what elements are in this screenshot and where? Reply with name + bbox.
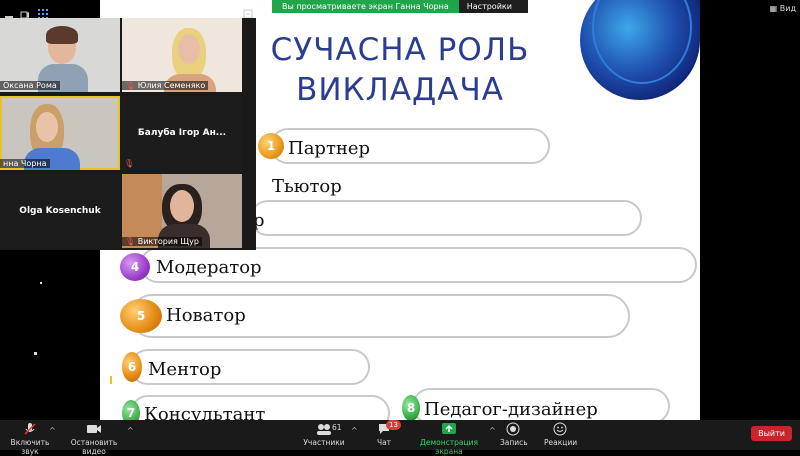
microphone-muted-icon	[24, 423, 36, 435]
muted-mic-icon: 🎙	[124, 159, 135, 168]
participant-name: 🎙 Виктория Щур	[122, 237, 202, 246]
participant-name: нна Чорна	[0, 159, 50, 168]
view-button[interactable]: ▦ Вид	[770, 4, 796, 13]
participant-name: Балуба Ігор Ан...	[137, 128, 227, 138]
view-options-dropdown[interactable]: Настройки просмотра ⌄	[458, 0, 528, 37]
record-button[interactable]: Запись	[500, 422, 528, 447]
slide-title: СУЧАСНА РОЛЬ ВИКЛАДАЧА	[250, 30, 550, 110]
artifact-dot	[34, 352, 37, 355]
participant-hair	[46, 26, 78, 44]
slide-title-line1: СУЧАСНА РОЛЬ	[270, 32, 530, 68]
participants-icon	[317, 424, 331, 435]
participant-name: Оксана Рома	[0, 81, 60, 90]
role-badge-7: 7	[122, 400, 140, 420]
role-label-8: Педагог-дизайнер	[424, 399, 598, 420]
reactions-button[interactable]: Реакции	[544, 422, 578, 447]
artifact-mark	[110, 376, 112, 384]
role-label-1: Партнер	[288, 138, 371, 159]
artifact-dot	[40, 282, 42, 284]
participants-label: Участники	[303, 438, 345, 447]
participant-face	[36, 112, 58, 142]
stop-video-label: Остановить видео	[70, 438, 118, 456]
role-label-6: Ментор	[148, 359, 222, 380]
participant-name: Olga Kosenchuk	[19, 206, 101, 216]
video-tile[interactable]: Оксана Рома	[0, 18, 120, 92]
role-label-2: Тьютор	[272, 176, 342, 197]
unmute-label: Включить звук	[10, 438, 50, 456]
record-label: Запись	[500, 438, 528, 447]
muted-mic-icon: 🎙	[125, 81, 136, 90]
share-screen-label: Демонстрация экрана	[420, 438, 478, 456]
participants-options-caret[interactable]: ^	[351, 426, 358, 435]
role-badge-4: 4	[120, 253, 150, 281]
role-badge-8: 8	[402, 395, 420, 420]
stop-video-button[interactable]: Остановить видео	[62, 422, 126, 456]
view-layout-icon: ▦	[769, 4, 778, 13]
share-screen-icon	[442, 423, 456, 434]
role-label-5: Новатор	[166, 305, 246, 326]
video-tile[interactable]: 🎙 Юлия Семеняко	[122, 18, 242, 92]
reactions-label: Реакции	[544, 438, 578, 447]
video-camera-icon	[87, 425, 101, 433]
chat-label: Чат	[376, 438, 392, 447]
share-screen-button[interactable]: Демонстрация экрана	[410, 422, 488, 456]
role-pill-3	[250, 200, 642, 236]
role-badge-5: 5	[120, 299, 162, 333]
role-label-7: Консультант	[144, 404, 266, 420]
chat-unread-badge: 13	[386, 420, 401, 430]
video-tile[interactable]: 🎙 Виктория Щур	[122, 174, 242, 248]
smiley-icon	[553, 422, 567, 436]
role-badge-6: 6	[122, 352, 142, 382]
video-options-caret[interactable]: ^	[127, 426, 134, 435]
view-label: Вид	[779, 4, 796, 13]
participant-face	[170, 190, 194, 222]
video-tile[interactable]: Olga Kosenchuk	[0, 174, 120, 248]
share-options-caret[interactable]: ^	[489, 426, 496, 435]
screen-share-bar: Вы просматриваете экран Ганна Чорна Наст…	[272, 0, 528, 37]
muted-mic-icon: 🎙	[125, 237, 136, 246]
role-label-4: Модератор	[156, 257, 262, 278]
video-tile-active-speaker[interactable]: нна Чорна	[0, 96, 120, 170]
participants-count: 61	[332, 423, 342, 432]
participant-name: 🎙 Юлия Семеняко	[122, 81, 209, 90]
leave-button[interactable]: Выйти	[751, 426, 792, 441]
participant-face	[178, 34, 200, 64]
viewing-screen-text: Вы просматриваете экран Ганна Чорна	[272, 0, 459, 13]
role-badge-1: 1	[258, 133, 284, 159]
video-tile[interactable]: Балуба Ігор Ан... 🎙	[122, 96, 242, 170]
audio-options-caret[interactable]: ^	[49, 426, 56, 435]
slide-title-line2: ВИКЛАДАЧА	[296, 72, 504, 108]
record-icon	[506, 422, 520, 436]
video-gallery: Оксана Рома 🎙 Юлия Семеняко нна Чорна Ба…	[0, 18, 256, 250]
